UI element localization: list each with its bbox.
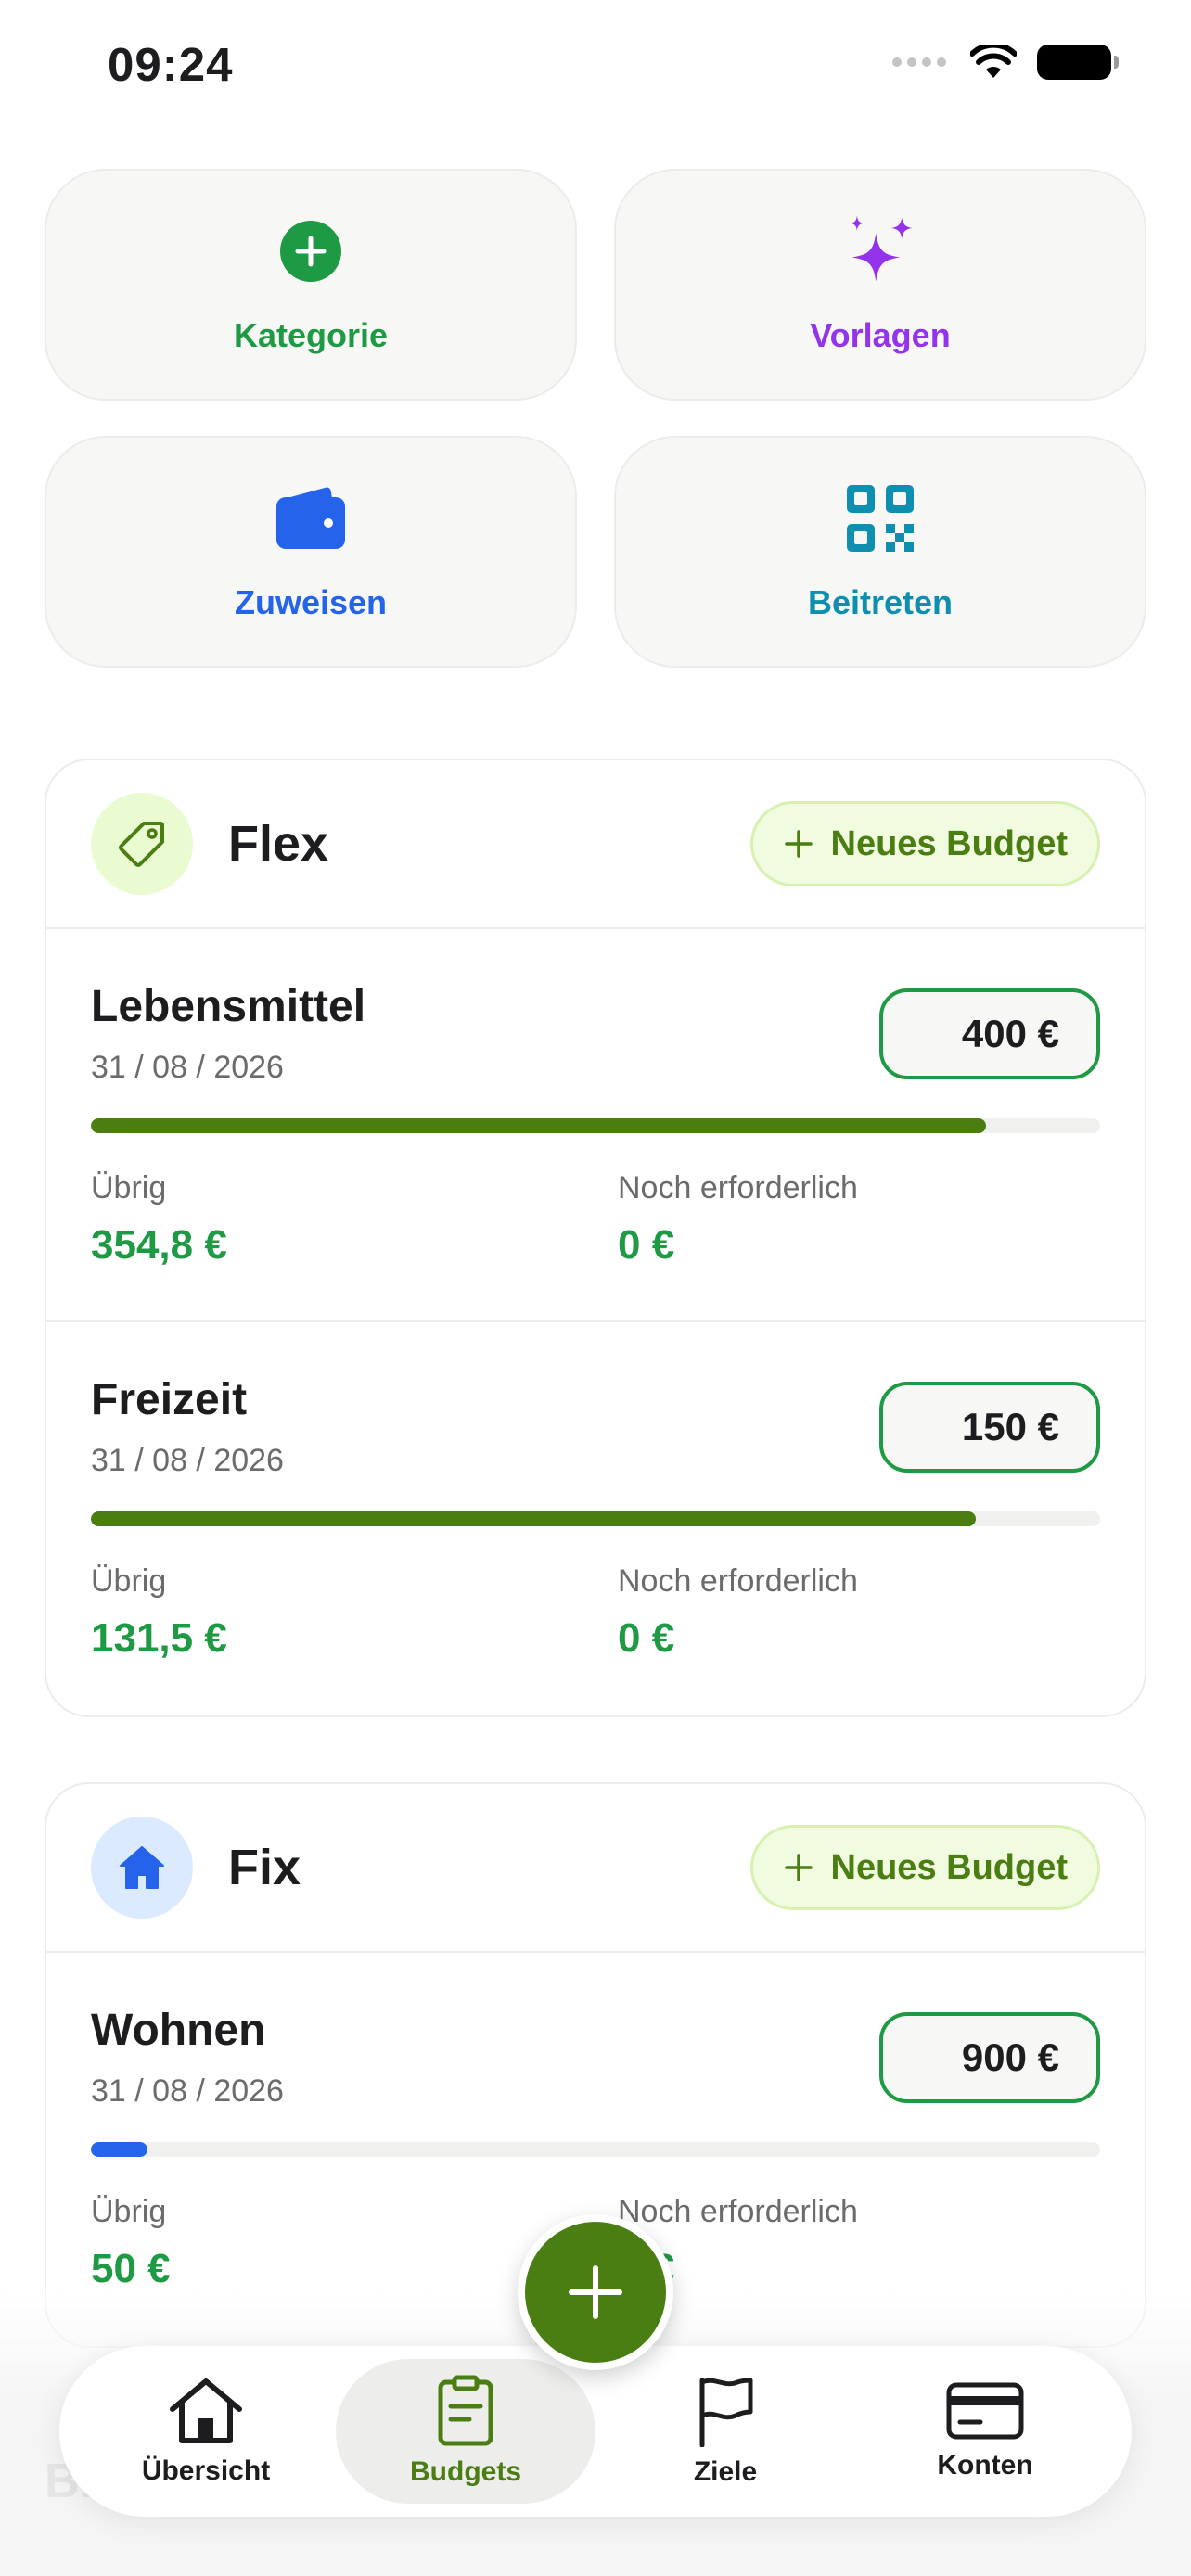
budget-date: 31 / 08 / 2026 — [91, 1443, 284, 1478]
budget-name: Lebensmittel — [91, 982, 366, 1031]
budget-item-lebensmittel[interactable]: Lebensmittel 31 / 08 / 2026 400 € Übrig … — [46, 929, 1145, 1322]
tag-icon — [91, 793, 193, 895]
category-header: Flex Neues Budget — [46, 760, 1145, 929]
tab-label: Budgets — [410, 2456, 521, 2487]
plus-icon — [784, 1854, 813, 1881]
budget-amount-badge[interactable]: 400 € — [879, 988, 1100, 1079]
budget-amount-badge[interactable]: 900 € — [879, 2012, 1100, 2103]
new-budget-label: Neues Budget — [830, 1847, 1068, 1887]
new-budget-button[interactable]: Neues Budget — [749, 1825, 1100, 1910]
tab-uebersicht[interactable]: Übersicht — [76, 2359, 336, 2504]
quick-actions: Kategorie Vorlagen Zuweisen Beitreten — [45, 169, 1146, 668]
house-icon — [91, 1817, 193, 1919]
action-label: Beitreten — [807, 583, 954, 621]
new-budget-button[interactable]: Neues Budget — [749, 801, 1100, 886]
remaining-label: Übrig — [91, 2194, 167, 2229]
cellular-signal-icon — [892, 57, 946, 67]
tab-label: Ziele — [693, 2456, 758, 2487]
status-bar: 09:24 — [0, 0, 1191, 130]
plus-circle-icon — [274, 214, 348, 288]
budget-progress-track — [91, 1118, 1100, 1133]
wallet-icon — [274, 481, 348, 555]
budget-progress-fill — [91, 1511, 977, 1526]
budget-progress-track — [91, 2142, 1100, 2157]
budget-progress-fill — [91, 1118, 987, 1133]
qr-code-icon — [843, 481, 917, 555]
tab-ziele[interactable]: Ziele — [596, 2359, 855, 2504]
category-card-flex: Flex Neues Budget Lebensmittel 31 / 08 /… — [45, 759, 1146, 1717]
add-fab-button[interactable] — [518, 2214, 673, 2370]
action-beitreten-button[interactable]: Beitreten — [614, 436, 1146, 668]
credit-card-icon — [946, 2382, 1024, 2440]
tab-label: Konten — [937, 2450, 1033, 2480]
remaining-label: Übrig — [91, 1170, 167, 1205]
budget-date: 31 / 08 / 2026 — [91, 2073, 284, 2109]
action-label: Zuweisen — [234, 583, 388, 621]
budget-progress-fill — [91, 2142, 147, 2157]
budget-progress-track — [91, 1511, 1100, 1526]
status-time: 09:24 — [108, 38, 234, 91]
tab-konten[interactable]: Konten — [855, 2359, 1115, 2504]
category-title: Flex — [228, 816, 329, 872]
tab-budgets[interactable]: Budgets — [336, 2359, 596, 2504]
flag-icon — [699, 2378, 753, 2447]
plus-icon — [784, 830, 813, 858]
required-label: Noch erforderlich — [618, 2194, 858, 2229]
sparkles-icon — [843, 214, 917, 288]
new-budget-label: Neues Budget — [830, 823, 1068, 863]
battery-icon — [1037, 45, 1119, 80]
action-label: Kategorie — [233, 316, 389, 354]
remaining-value: 354,8 € — [91, 1222, 227, 1268]
tab-bar: Übersicht Budgets Ziele Konten — [59, 2346, 1132, 2517]
category-header: Fix Neues Budget — [46, 1784, 1145, 1953]
action-kategorie-button[interactable]: Kategorie — [45, 169, 577, 401]
budget-name: Wohnen — [91, 2006, 266, 2055]
budget-date: 31 / 08 / 2026 — [91, 1050, 284, 1085]
budget-item-freizeit[interactable]: Freizeit 31 / 08 / 2026 150 € Übrig 131,… — [46, 1322, 1145, 1715]
action-label: Vorlagen — [810, 316, 951, 354]
remaining-value: 131,5 € — [91, 1615, 227, 1661]
tab-label: Übersicht — [141, 2455, 271, 2486]
remaining-label: Übrig — [91, 1563, 167, 1599]
plus-icon — [569, 2265, 622, 2319]
wifi-icon — [970, 45, 1017, 78]
required-value: 0 € — [618, 1615, 675, 1661]
clipboard-icon — [438, 2375, 493, 2446]
action-vorlagen-button[interactable]: Vorlagen — [614, 169, 1146, 401]
home-icon — [170, 2378, 242, 2443]
budget-name: Freizeit — [91, 1375, 248, 1424]
action-zuweisen-button[interactable]: Zuweisen — [45, 436, 577, 668]
required-label: Noch erforderlich — [618, 1563, 858, 1599]
budget-amount-badge[interactable]: 150 € — [879, 1382, 1100, 1473]
remaining-value: 50 € — [91, 2246, 171, 2291]
status-icons — [892, 45, 1119, 80]
required-value: 0 € — [618, 1222, 675, 1268]
category-title: Fix — [228, 1840, 301, 1895]
required-label: Noch erforderlich — [618, 1170, 858, 1205]
